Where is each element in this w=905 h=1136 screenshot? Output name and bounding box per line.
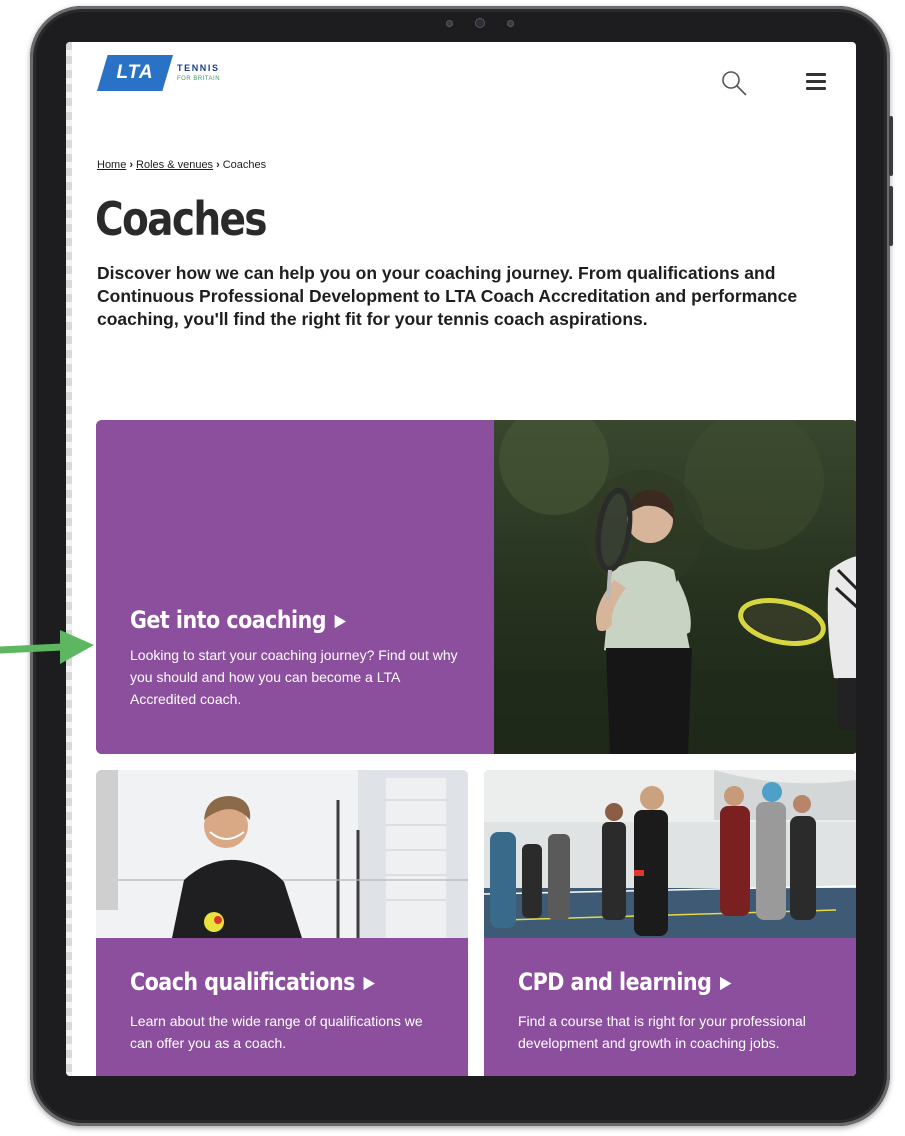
breadcrumb-separator-icon: › <box>129 159 134 171</box>
camera-lens <box>475 18 485 28</box>
volume-button <box>889 186 893 246</box>
sensor-dot <box>507 19 514 27</box>
card-title: Coach qualifications ▶ <box>130 968 375 996</box>
logo-word: TENNIS <box>177 63 220 73</box>
card-title-text: Get into coaching <box>130 606 327 634</box>
breadcrumb: Home › Roles & venues › Coaches <box>97 159 266 171</box>
logo-subtitle: FOR BRITAIN <box>177 76 221 82</box>
hamburger-menu-icon <box>806 73 826 90</box>
card-description: Learn about the wide range of qualificat… <box>130 1013 423 1051</box>
breadcrumb-roles-venues[interactable]: Roles & venues <box>136 159 213 171</box>
card-title: CPD and learning ▶ <box>518 968 731 996</box>
card-title-text: CPD and learning <box>518 968 712 996</box>
lta-logo[interactable]: LTA TENNIS FOR BRITAIN <box>97 55 242 91</box>
search-button[interactable] <box>720 69 748 97</box>
breadcrumb-separator-icon: › <box>216 159 220 171</box>
scroll-edge <box>66 42 72 1076</box>
annotation-arrow-icon <box>0 630 94 664</box>
tablet-frame: LTA TENNIS FOR BRITAIN Home › Roles & venu… <box>30 6 893 1126</box>
card-get-into-coaching[interactable]: Get into coaching ▶ Looking to start your… <box>96 420 856 754</box>
camera-bar <box>400 14 560 32</box>
page-intro: Discover how we can help you on your coa… <box>97 263 798 329</box>
sensor-dot <box>446 19 453 27</box>
card-title-text: Coach qualifications <box>130 968 355 996</box>
card-description: Find a course that is right for your pro… <box>518 1013 806 1051</box>
card-description: Looking to start your coaching journey? … <box>130 647 458 707</box>
triangle-right-icon: ▶ <box>334 611 346 631</box>
card-coach-qualifications[interactable]: Coach qualifications ▶ Learn about the wi… <box>96 770 468 1076</box>
triangle-right-icon: ▶ <box>719 973 731 993</box>
card-text-panel: Get into coaching ▶ Looking to start your… <box>96 420 494 754</box>
lta-logo-text: LTA <box>116 62 154 83</box>
volume-button <box>889 116 893 176</box>
breadcrumb-current: Coaches <box>222 159 267 171</box>
screen: LTA TENNIS FOR BRITAIN Home › Roles & venu… <box>66 42 856 1076</box>
cpd-learning-photo <box>484 770 856 938</box>
menu-button[interactable] <box>806 73 826 93</box>
triangle-right-icon: ▶ <box>363 973 375 993</box>
card-cpd-and-learning[interactable]: CPD and learning ▶ Find a course that is … <box>484 770 856 1076</box>
card-title: Get into coaching ▶ <box>130 606 346 634</box>
page-title: Coaches <box>95 192 268 246</box>
coach-qualifications-photo <box>96 770 468 938</box>
breadcrumb-home[interactable]: Home <box>97 159 126 171</box>
search-icon <box>722 71 747 96</box>
coach-photo <box>494 420 856 754</box>
